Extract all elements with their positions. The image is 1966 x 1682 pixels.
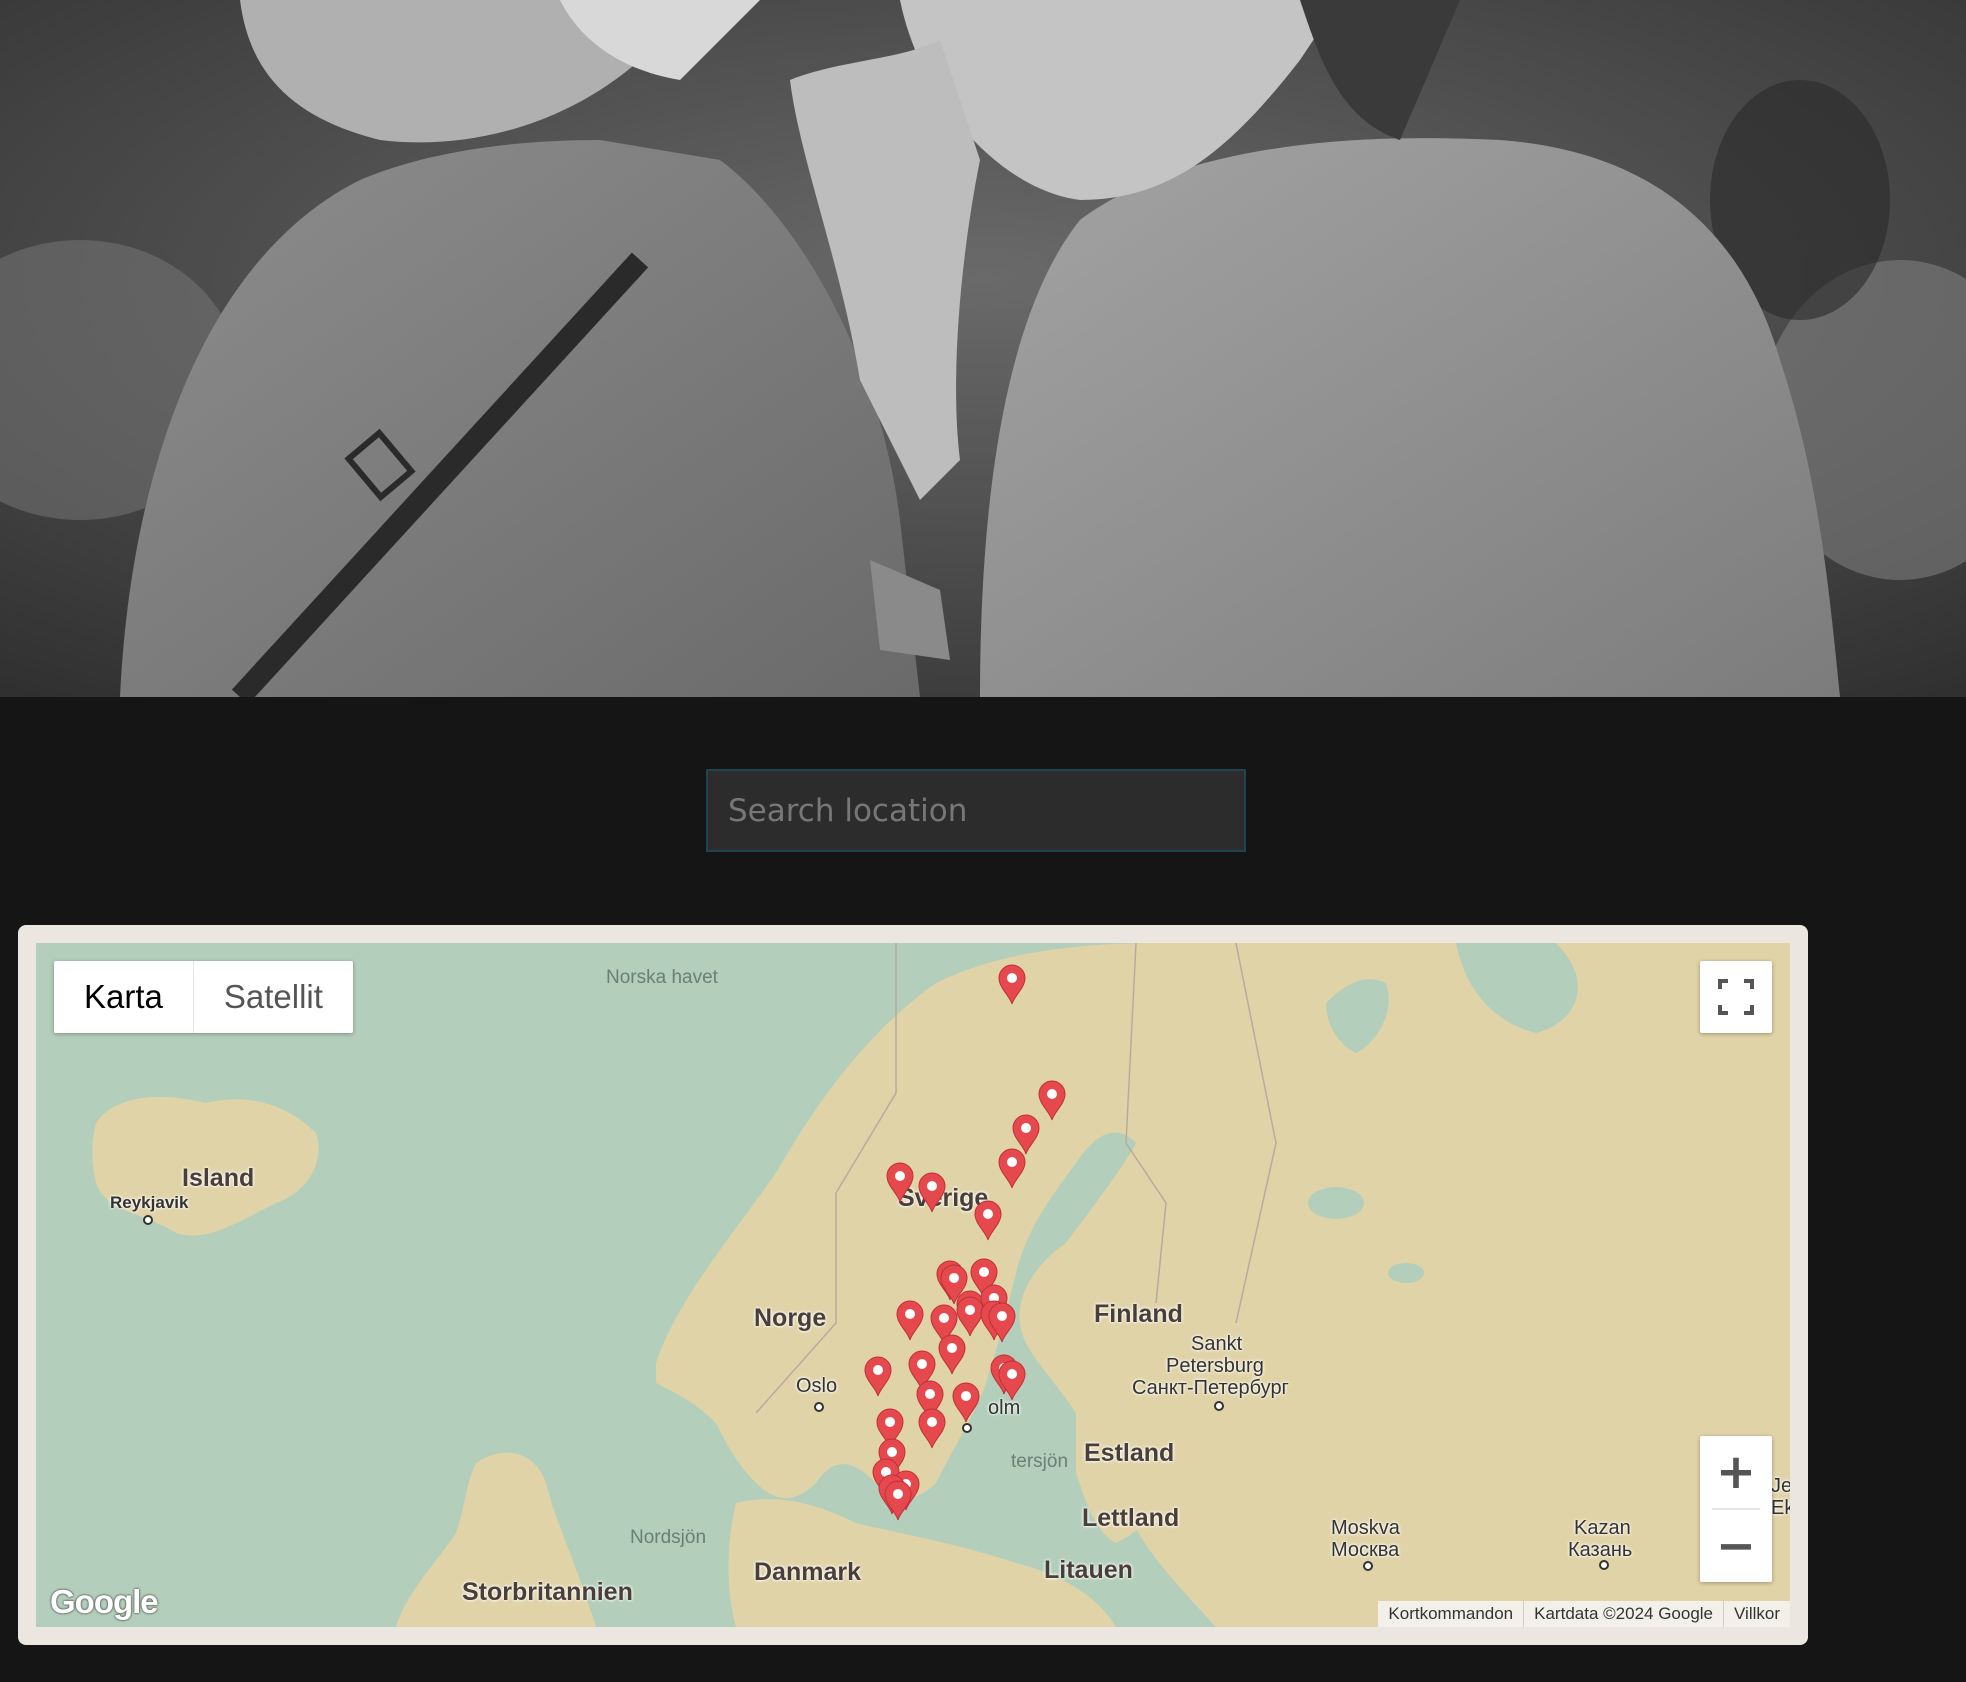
location-marker[interactable] [936,1333,968,1375]
location-marker[interactable] [996,963,1028,1005]
map-pin-icon [896,1300,924,1341]
location-marker[interactable] [972,1199,1004,1241]
map-pin-icon [974,1200,1002,1241]
map-pin-icon [988,1302,1016,1343]
location-marker[interactable] [882,1479,914,1521]
location-marker[interactable] [996,1147,1028,1189]
map-card: Karta Satellit Norska havet Island Reykj… [18,925,1808,1645]
location-marker[interactable] [884,1161,916,1203]
map-pin-icon [952,1382,980,1423]
google-logo: Google [50,1583,159,1620]
map-pin-icon [998,1360,1026,1401]
map-data-text: Kartdata ©2024 Google [1523,1601,1723,1627]
zoom-control: + − [1700,1436,1772,1582]
map-pin-icon [864,1356,892,1397]
map-pin-icon [918,1408,946,1449]
city-dots [143,1215,1609,1571]
location-marker[interactable] [986,1301,1018,1343]
map-pin-icon [998,964,1026,1005]
map-pin-icon [918,1172,946,1213]
location-marker[interactable] [916,1407,948,1449]
map-pin-icon [884,1480,912,1521]
map-attribution: Kortkommandon Kartdata ©2024 Google Vill… [1378,1601,1790,1627]
location-marker[interactable] [950,1381,982,1423]
location-marker[interactable] [862,1355,894,1397]
hero-photo [0,0,1966,697]
keyboard-shortcuts-link[interactable]: Kortkommandon [1378,1601,1523,1627]
zoom-in-button[interactable]: + [1700,1436,1772,1508]
location-marker[interactable] [916,1171,948,1213]
map-pin-icon [886,1162,914,1203]
location-marker[interactable] [894,1299,926,1341]
couple-photo [0,0,1966,697]
search-location-input[interactable] [706,769,1246,852]
location-marker[interactable] [996,1359,1028,1401]
google-map[interactable]: Karta Satellit Norska havet Island Reykj… [36,943,1790,1627]
terms-link[interactable]: Villkor [1723,1601,1790,1627]
map-pin-icon [938,1334,966,1375]
zoom-out-button[interactable]: − [1700,1510,1772,1582]
search-bar [706,769,1246,852]
map-pin-icon [998,1148,1026,1189]
